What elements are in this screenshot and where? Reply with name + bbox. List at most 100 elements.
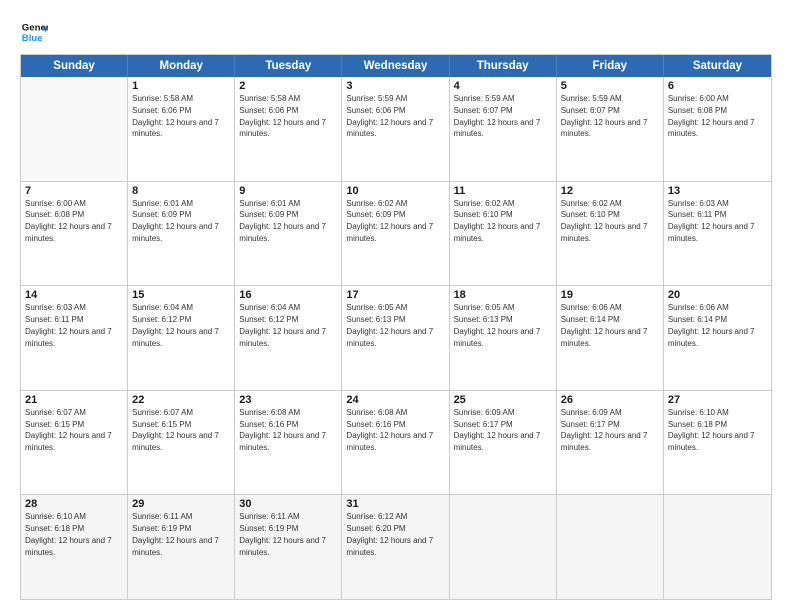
day-cell-6: 6Sunrise: 6:00 AMSunset: 6:08 PMDaylight…	[664, 77, 771, 181]
day-cell-13: 13Sunrise: 6:03 AMSunset: 6:11 PMDayligh…	[664, 182, 771, 286]
cell-info: Sunrise: 6:00 AMSunset: 6:08 PMDaylight:…	[25, 199, 112, 243]
cell-info: Sunrise: 5:59 AMSunset: 6:06 PMDaylight:…	[346, 94, 433, 138]
day-cell-22: 22 Sunrise: 6:07 AMSunset: 6:15 PMDayligh…	[128, 391, 235, 495]
day-cell-23: 23Sunrise: 6:08 AMSunset: 6:16 PMDayligh…	[235, 391, 342, 495]
week-row-0: 1 Sunrise: 5:58 AMSunset: 6:06 PMDaylight…	[21, 77, 771, 181]
cell-info: Sunrise: 5:59 AMSunset: 6:07 PMDaylight:…	[561, 94, 648, 138]
day-number: 21	[25, 394, 123, 406]
day-number: 28	[25, 498, 123, 510]
day-number: 31	[346, 498, 444, 510]
cell-info: Sunrise: 6:06 AMSunset: 6:14 PMDaylight:…	[668, 303, 755, 347]
day-number: 30	[239, 498, 337, 510]
cell-info: Sunrise: 6:09 AMSunset: 6:17 PMDaylight:…	[561, 408, 648, 452]
cell-info: Sunrise: 6:10 AMSunset: 6:18 PMDaylight:…	[25, 512, 112, 556]
cell-info: Sunrise: 6:12 AMSunset: 6:20 PMDaylight:…	[346, 512, 433, 556]
day-cell-29: 29Sunrise: 6:11 AMSunset: 6:19 PMDayligh…	[128, 495, 235, 599]
day-number: 6	[668, 80, 767, 92]
day-cell-1: 1 Sunrise: 5:58 AMSunset: 6:06 PMDaylight…	[128, 77, 235, 181]
day-cell-14: 14 Sunrise: 6:03 AMSunset: 6:11 PMDayligh…	[21, 286, 128, 390]
day-cell-30: 30 Sunrise: 6:11 AMSunset: 6:19 PMDayligh…	[235, 495, 342, 599]
cell-info: Sunrise: 6:11 AMSunset: 6:19 PMDaylight:…	[239, 512, 326, 556]
day-cell-9: 9 Sunrise: 6:01 AMSunset: 6:09 PMDaylight…	[235, 182, 342, 286]
week-row-1: 7 Sunrise: 6:00 AMSunset: 6:08 PMDaylight…	[21, 181, 771, 286]
day-cell-17: 17 Sunrise: 6:05 AMSunset: 6:13 PMDayligh…	[342, 286, 449, 390]
calendar: SundayMondayTuesdayWednesdayThursdayFrid…	[20, 54, 772, 600]
cell-info: Sunrise: 6:05 AMSunset: 6:13 PMDaylight:…	[346, 303, 433, 347]
day-number: 29	[132, 498, 230, 510]
day-cell-10: 10Sunrise: 6:02 AMSunset: 6:09 PMDayligh…	[342, 182, 449, 286]
cell-info: Sunrise: 5:59 AMSunset: 6:07 PMDaylight:…	[454, 94, 541, 138]
day-cell-31: 31 Sunrise: 6:12 AMSunset: 6:20 PMDayligh…	[342, 495, 449, 599]
day-number: 5	[561, 80, 659, 92]
day-number: 19	[561, 289, 659, 301]
day-cell-28: 28 Sunrise: 6:10 AMSunset: 6:18 PMDayligh…	[21, 495, 128, 599]
day-number: 4	[454, 80, 552, 92]
week-row-4: 28 Sunrise: 6:10 AMSunset: 6:18 PMDayligh…	[21, 494, 771, 599]
week-row-3: 21 Sunrise: 6:07 AMSunset: 6:15 PMDayligh…	[21, 390, 771, 495]
day-number: 20	[668, 289, 767, 301]
day-cell-27: 27 Sunrise: 6:10 AMSunset: 6:18 PMDayligh…	[664, 391, 771, 495]
day-number: 9	[239, 185, 337, 197]
cell-info: Sunrise: 6:09 AMSunset: 6:17 PMDaylight:…	[454, 408, 541, 452]
empty-cell	[450, 495, 557, 599]
cell-info: Sunrise: 6:08 AMSunset: 6:16 PMDaylight:…	[346, 408, 433, 452]
cell-info: Sunrise: 6:06 AMSunset: 6:14 PMDaylight:…	[561, 303, 648, 347]
cell-info: Sunrise: 6:02 AMSunset: 6:10 PMDaylight:…	[454, 199, 541, 243]
day-cell-19: 19 Sunrise: 6:06 AMSunset: 6:14 PMDayligh…	[557, 286, 664, 390]
cell-info: Sunrise: 6:04 AMSunset: 6:12 PMDaylight:…	[239, 303, 326, 347]
cell-info: Sunrise: 6:10 AMSunset: 6:18 PMDaylight:…	[668, 408, 755, 452]
header-day-thursday: Thursday	[450, 55, 557, 77]
page: General Blue SundayMondayTuesdayWednesda…	[0, 0, 792, 612]
header-day-monday: Monday	[128, 55, 235, 77]
cell-info: Sunrise: 6:01 AMSunset: 6:09 PMDaylight:…	[239, 199, 326, 243]
day-number: 16	[239, 289, 337, 301]
day-number: 8	[132, 185, 230, 197]
day-cell-21: 21 Sunrise: 6:07 AMSunset: 6:15 PMDayligh…	[21, 391, 128, 495]
day-number: 10	[346, 185, 444, 197]
day-cell-16: 16 Sunrise: 6:04 AMSunset: 6:12 PMDayligh…	[235, 286, 342, 390]
cell-info: Sunrise: 6:02 AMSunset: 6:10 PMDaylight:…	[561, 199, 648, 243]
day-cell-18: 18 Sunrise: 6:05 AMSunset: 6:13 PMDayligh…	[450, 286, 557, 390]
logo-icon: General Blue	[20, 18, 48, 46]
day-number: 13	[668, 185, 767, 197]
cell-info: Sunrise: 6:05 AMSunset: 6:13 PMDaylight:…	[454, 303, 541, 347]
day-number: 27	[668, 394, 767, 406]
day-cell-25: 25Sunrise: 6:09 AMSunset: 6:17 PMDayligh…	[450, 391, 557, 495]
day-number: 24	[346, 394, 444, 406]
day-cell-2: 2Sunrise: 5:58 AMSunset: 6:06 PMDaylight…	[235, 77, 342, 181]
day-number: 7	[25, 185, 123, 197]
cell-info: Sunrise: 5:58 AMSunset: 6:06 PMDaylight:…	[132, 94, 219, 138]
day-number: 3	[346, 80, 444, 92]
logo: General Blue	[20, 18, 52, 46]
day-number: 14	[25, 289, 123, 301]
day-cell-7: 7 Sunrise: 6:00 AMSunset: 6:08 PMDaylight…	[21, 182, 128, 286]
day-number: 17	[346, 289, 444, 301]
day-cell-20: 20 Sunrise: 6:06 AMSunset: 6:14 PMDayligh…	[664, 286, 771, 390]
day-cell-3: 3 Sunrise: 5:59 AMSunset: 6:06 PMDaylight…	[342, 77, 449, 181]
day-cell-12: 12Sunrise: 6:02 AMSunset: 6:10 PMDayligh…	[557, 182, 664, 286]
cell-info: Sunrise: 6:01 AMSunset: 6:09 PMDaylight:…	[132, 199, 219, 243]
day-cell-4: 4 Sunrise: 5:59 AMSunset: 6:07 PMDaylight…	[450, 77, 557, 181]
cell-info: Sunrise: 6:04 AMSunset: 6:12 PMDaylight:…	[132, 303, 219, 347]
calendar-header: SundayMondayTuesdayWednesdayThursdayFrid…	[21, 55, 771, 77]
calendar-body: 1 Sunrise: 5:58 AMSunset: 6:06 PMDaylight…	[21, 77, 771, 599]
day-number: 15	[132, 289, 230, 301]
header-day-wednesday: Wednesday	[342, 55, 449, 77]
day-number: 18	[454, 289, 552, 301]
day-number: 23	[239, 394, 337, 406]
day-number: 1	[132, 80, 230, 92]
svg-text:Blue: Blue	[22, 33, 43, 44]
cell-info: Sunrise: 6:07 AMSunset: 6:15 PMDaylight:…	[25, 408, 112, 452]
day-cell-11: 11Sunrise: 6:02 AMSunset: 6:10 PMDayligh…	[450, 182, 557, 286]
day-cell-8: 8 Sunrise: 6:01 AMSunset: 6:09 PMDaylight…	[128, 182, 235, 286]
empty-cell	[21, 77, 128, 181]
cell-info: Sunrise: 5:58 AMSunset: 6:06 PMDaylight:…	[239, 94, 326, 138]
cell-info: Sunrise: 6:03 AMSunset: 6:11 PMDaylight:…	[25, 303, 112, 347]
header-day-friday: Friday	[557, 55, 664, 77]
cell-info: Sunrise: 6:07 AMSunset: 6:15 PMDaylight:…	[132, 408, 219, 452]
header-day-saturday: Saturday	[664, 55, 771, 77]
day-number: 22	[132, 394, 230, 406]
header: General Blue	[20, 18, 772, 46]
day-cell-24: 24 Sunrise: 6:08 AMSunset: 6:16 PMDayligh…	[342, 391, 449, 495]
day-cell-5: 5 Sunrise: 5:59 AMSunset: 6:07 PMDaylight…	[557, 77, 664, 181]
